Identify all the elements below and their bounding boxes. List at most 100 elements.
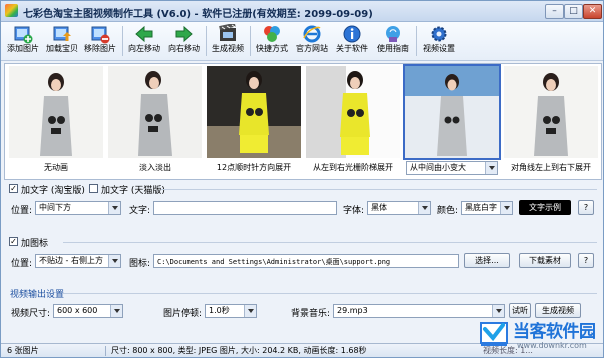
shortcut-label: 快捷方式: [256, 44, 288, 53]
remove-image-icon: [91, 26, 110, 44]
text-position-label: 位置:: [11, 206, 33, 216]
add-image-label: 添加图片: [7, 44, 39, 53]
move-right-label: 向右移动: [168, 44, 200, 53]
product-photo: [306, 66, 400, 158]
add-image-icon: [14, 26, 33, 44]
text-label: 文字:: [129, 206, 151, 216]
product-photo: [207, 66, 301, 158]
brand-name: 当客软件园: [513, 322, 596, 342]
chevron-down-icon: [504, 206, 510, 210]
toolbar-separator: [206, 26, 207, 56]
add-text-tmall-checkbox[interactable]: [89, 184, 98, 193]
about-button[interactable]: 关于软件: [333, 23, 371, 58]
font-select[interactable]: 黑体: [367, 201, 431, 215]
official-site-label: 官方网站: [296, 44, 328, 53]
divider: [63, 293, 597, 294]
move-left-button[interactable]: 向左移动: [125, 23, 163, 58]
text-input[interactable]: [153, 201, 337, 215]
about-label: 关于软件: [336, 44, 368, 53]
thumbnail-item-selected[interactable]: 从中间由小变大: [403, 64, 501, 175]
video-size-label: 视频尺寸:: [11, 309, 51, 319]
background-music-label: 背景音乐:: [291, 309, 331, 319]
toolbar-separator: [250, 26, 251, 56]
download-materials-button[interactable]: 下载素材: [519, 253, 571, 268]
ie-icon: [303, 25, 321, 43]
toolbar-separator: [416, 26, 417, 56]
animation-select[interactable]: 从中间由小变大: [406, 161, 498, 175]
title-bar: 七彩色淘宝主图视频制作工具 (V6.0) - 软件已注册(有效期至: 2099-…: [1, 1, 603, 22]
video-settings-label: 视频设置: [423, 44, 455, 53]
product-photo: [9, 66, 103, 158]
icon-help-button[interactable]: ?: [578, 253, 594, 268]
video-size-select[interactable]: 600 x 600: [53, 304, 123, 318]
chevron-down-icon: [489, 166, 495, 170]
animation-caption: 12点顺时针方向展开: [216, 163, 292, 172]
thumbnail-item[interactable]: 12点顺时针方向展开: [206, 66, 302, 175]
load-item-button[interactable]: 加载宝贝: [43, 23, 81, 58]
choose-icon-button[interactable]: 选择...: [464, 253, 510, 268]
divider: [63, 242, 597, 243]
text-sample-preview: 文字示例: [519, 200, 571, 215]
shortcut-icon: [264, 26, 280, 42]
product-photo: [403, 64, 501, 160]
remove-image-button[interactable]: 移除图片: [81, 23, 119, 58]
shortcut-button[interactable]: 快捷方式: [253, 23, 291, 58]
thumbnail-item[interactable]: 从左到右光栅阶梯展开: [305, 66, 401, 175]
chevron-down-icon: [112, 206, 118, 210]
load-item-icon: [53, 26, 71, 41]
chevron-down-icon: [248, 309, 254, 313]
arrow-left-icon: [135, 25, 153, 43]
app-icon: [5, 4, 18, 17]
icon-position-select[interactable]: 不贴边 - 右侧上方: [35, 254, 121, 268]
remove-image-label: 移除图片: [84, 44, 116, 53]
film-icon: [219, 24, 236, 41]
toolbar-separator: [122, 26, 123, 56]
add-image-button[interactable]: 添加图片: [4, 23, 42, 58]
official-site-button[interactable]: 官方网站: [293, 23, 331, 58]
brand-url: www.downkr.com: [517, 341, 587, 350]
guide-button[interactable]: 使用指南: [373, 23, 413, 58]
chevron-down-icon: [422, 206, 428, 210]
image-strip: 无动画 淡入淡出 12点顺时针方向展开 从左到右光栅阶梯展开 从中间由小变大 对…: [4, 63, 602, 180]
product-photo: [108, 66, 202, 158]
minimize-button[interactable]: –: [545, 4, 564, 19]
add-icon-label: 加图标: [21, 239, 49, 249]
close-button[interactable]: ✕: [583, 4, 602, 19]
chevron-down-icon: [496, 309, 502, 313]
gear-icon: [431, 26, 447, 42]
text-position-select[interactable]: 中间下方: [35, 201, 121, 215]
info-icon: [343, 25, 361, 43]
font-label: 字体:: [343, 206, 365, 216]
image-pause-label: 图片停顿:: [163, 309, 203, 319]
guide-label: 使用指南: [377, 44, 409, 53]
generate-video-toolbar-button[interactable]: 生成视频: [209, 23, 247, 58]
animation-caption: 从左到右光栅阶梯展开: [313, 163, 393, 172]
animation-caption: 淡入淡出: [139, 163, 171, 172]
text-help-button[interactable]: ?: [578, 200, 594, 215]
icon-path-input[interactable]: C:\Documents and Settings\Administrator\…: [153, 254, 459, 268]
brand-watermark: 当客软件园 www.downkr.com: [477, 313, 603, 357]
image-pause-select[interactable]: 1.0秒: [205, 304, 257, 318]
maximize-button[interactable]: □: [564, 4, 583, 19]
product-photo: [504, 66, 598, 158]
thumbnail-item[interactable]: 无动画: [8, 66, 104, 175]
thumbnail-item[interactable]: 对角线左上到右下展开: [503, 66, 599, 175]
move-left-label: 向左移动: [128, 44, 160, 53]
thumbnail-item[interactable]: 淡入淡出: [107, 66, 203, 175]
generate-video-toolbar-label: 生成视频: [212, 44, 244, 53]
animation-caption: 无动画: [44, 163, 68, 172]
output-settings-title: 视频输出设置: [10, 290, 65, 300]
divider: [161, 189, 597, 190]
add-text-taobao-checkbox[interactable]: ✓: [9, 184, 18, 193]
add-icon-checkbox[interactable]: ✓: [9, 237, 18, 246]
move-right-button[interactable]: 向右移动: [165, 23, 203, 58]
color-label: 颜色:: [437, 206, 459, 216]
icon-position-label: 位置:: [11, 259, 33, 269]
image-info: 尺寸: 800 x 800, 类型: JPEG 图片, 大小: 204.2 KB…: [111, 346, 367, 355]
video-settings-button[interactable]: 视频设置: [419, 23, 459, 58]
chevron-down-icon: [114, 309, 120, 313]
brand-logo-icon: [480, 322, 508, 346]
icon-label: 图标:: [129, 259, 151, 269]
color-select[interactable]: 黑底白字: [461, 201, 513, 215]
image-count: 6 张图片: [7, 346, 39, 355]
